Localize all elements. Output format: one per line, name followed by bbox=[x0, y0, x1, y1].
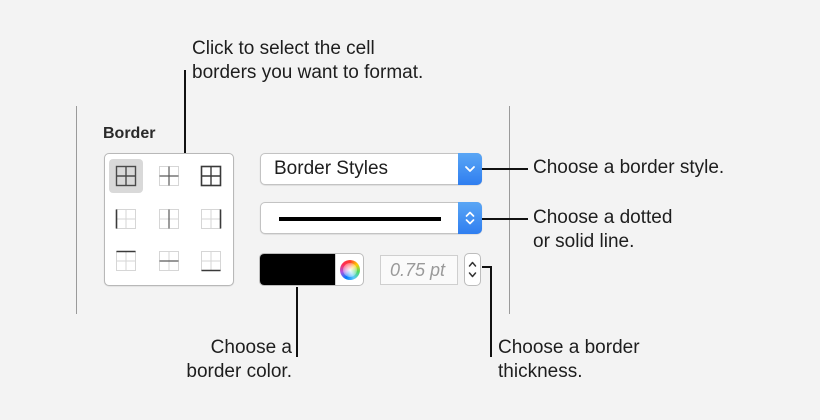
outside-borders-button[interactable] bbox=[194, 159, 228, 193]
panel-right-divider bbox=[509, 106, 510, 314]
left-border-icon bbox=[115, 209, 136, 229]
panel-left-divider bbox=[76, 106, 77, 314]
inside-vertical-borders-icon bbox=[159, 209, 179, 229]
callout-text: border color. bbox=[186, 361, 292, 382]
chevron-down-icon bbox=[458, 153, 482, 185]
leader-line bbox=[296, 287, 298, 357]
solid-line-preview bbox=[279, 217, 441, 221]
callout-border-thickness: Choose a border thickness. bbox=[498, 336, 640, 384]
leader-line bbox=[490, 266, 492, 357]
callout-text: Choose a dotted bbox=[533, 207, 673, 228]
callout-border-style: Choose a border style. bbox=[533, 157, 725, 178]
callout-text: Choose a bbox=[210, 337, 292, 358]
all-borders-icon bbox=[115, 165, 137, 187]
up-down-stepper-icon bbox=[468, 261, 477, 278]
bottom-border-icon bbox=[201, 251, 221, 272]
thickness-stepper[interactable] bbox=[464, 253, 481, 286]
callout-border-color: Choose a border color. bbox=[168, 336, 292, 384]
border-thickness-field[interactable]: 0.75 pt bbox=[380, 255, 458, 285]
leader-line bbox=[184, 70, 186, 154]
up-down-chevron-icon bbox=[458, 202, 482, 234]
border-selector-grid bbox=[104, 153, 234, 286]
border-styles-popup[interactable]: Border Styles bbox=[260, 153, 482, 185]
right-border-icon bbox=[201, 209, 222, 229]
border-color-well[interactable] bbox=[259, 253, 364, 286]
border-section-title: Border bbox=[103, 125, 156, 142]
callout-text: Choose a border bbox=[498, 337, 640, 358]
top-border-icon bbox=[116, 250, 136, 271]
inside-borders-button[interactable] bbox=[152, 159, 186, 193]
color-swatch[interactable] bbox=[260, 254, 335, 285]
callout-text: borders you want to format. bbox=[192, 62, 424, 83]
leader-line bbox=[482, 266, 492, 268]
leader-line bbox=[482, 218, 528, 220]
right-border-button[interactable] bbox=[194, 202, 228, 236]
callout-cell-borders: Click to select the cell borders you wan… bbox=[192, 37, 423, 85]
leader-line bbox=[482, 168, 528, 170]
all-borders-button[interactable] bbox=[109, 159, 143, 193]
inside-vertical-borders-button[interactable] bbox=[152, 202, 186, 236]
callout-text: or solid line. bbox=[533, 231, 635, 252]
inside-borders-icon bbox=[159, 166, 179, 186]
color-wheel-icon bbox=[340, 259, 360, 280]
bottom-border-button[interactable] bbox=[109, 244, 143, 278]
callout-line-style: Choose a dotted or solid line. bbox=[533, 206, 672, 254]
line-style-popup[interactable] bbox=[260, 202, 482, 234]
callout-text: Click to select the cell bbox=[192, 38, 375, 59]
left-border-button[interactable] bbox=[109, 202, 143, 236]
inside-horizontal-borders-icon bbox=[159, 251, 179, 271]
callout-text: thickness. bbox=[498, 361, 583, 382]
outside-borders-icon bbox=[200, 165, 222, 187]
inside-horizontal-borders-button[interactable] bbox=[152, 244, 186, 278]
color-picker-button[interactable] bbox=[335, 254, 363, 285]
top-border-button[interactable] bbox=[194, 244, 228, 278]
border-styles-label: Border Styles bbox=[274, 158, 389, 179]
